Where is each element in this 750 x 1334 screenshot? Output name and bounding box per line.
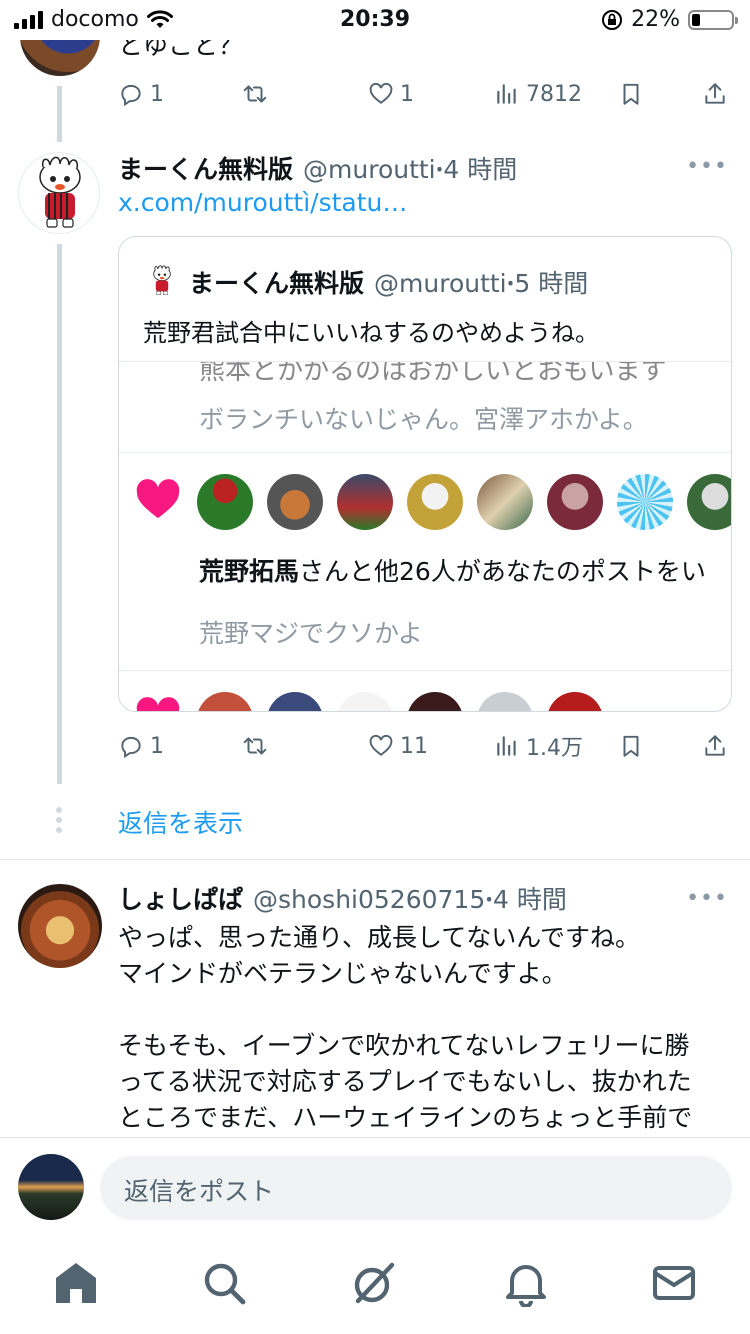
tweet-actions: 1 1 7812 (118, 74, 730, 114)
bookmark-button[interactable] (618, 733, 644, 759)
tweet-header: しょしぱぱ @shoshi05260715ꞏ4 時間 (118, 880, 567, 916)
mascot-icon (153, 265, 171, 295)
avatar-mascot[interactable] (18, 152, 100, 234)
reply-count: 1 (150, 81, 164, 107)
avatar (197, 474, 253, 530)
more-options-icon[interactable]: ••• (686, 886, 728, 911)
quote-text: 荒野君試合中にいいねするのやめようね。 (143, 319, 599, 347)
retweet-button[interactable] (242, 81, 268, 107)
tweet-header: まーくん無料版 @murouttiꞏ4 時間 (118, 150, 517, 186)
thread-line (57, 86, 62, 142)
view-count: 7812 (526, 81, 582, 107)
avatar (547, 692, 603, 711)
tweet-line: マインドがベテランじゃないんですよ。 (118, 959, 567, 988)
like-button[interactable]: 11 (368, 733, 428, 759)
quote-author-name: まーくん無料版 (189, 269, 365, 298)
avatar (197, 692, 253, 711)
tweet-line: そもそも、イーブンで吹かれてないレフェリーに勝 (118, 1031, 690, 1060)
heart-icon (369, 734, 393, 756)
avatar (547, 474, 603, 530)
avatar (407, 692, 463, 711)
tweet-link[interactable]: x.com/murouttì/statu… (118, 188, 407, 217)
avatar (267, 692, 323, 711)
tweet-body: やっぱ、思った通り、成長してないんですね。 マインドがベテランじゃないんですよ。… (118, 920, 732, 1136)
bottom-tab-bar (0, 1237, 750, 1334)
avatar (477, 692, 533, 711)
home-icon[interactable] (52, 1259, 100, 1307)
heart-icon (369, 82, 393, 104)
status-bar: docomo 20:39 22% (0, 0, 750, 40)
avatar (337, 474, 393, 530)
more-options-icon[interactable]: ••• (686, 154, 728, 179)
battery-percent: 22% (631, 7, 680, 32)
thread-line (57, 244, 62, 784)
avatar (267, 474, 323, 530)
messages-icon[interactable] (650, 1259, 698, 1307)
quote-image-screenshot: 熊本とかかるのはおかしいとおもいます ボランチいないじゃん。宮澤アホかよ。 荒野… (119, 361, 731, 711)
share-button[interactable] (702, 733, 728, 759)
search-icon[interactable] (200, 1259, 248, 1307)
reply-button[interactable]: 1 (118, 81, 164, 107)
my-avatar[interactable] (18, 1154, 84, 1220)
quote-author-handle: @murouttiꞏ5 時間 (374, 269, 589, 298)
quoted-tweet[interactable]: まーくん無料版 @murouttiꞏ5 時間 荒野君試合中にいいねするのやめよう… (118, 236, 732, 712)
like-count: 11 (400, 733, 428, 759)
tweet-line: やっぱ、思った通り、成長してないんですね。 (118, 923, 641, 952)
image-cut-text: 熊本とかかるのはおかしいとおもいます (199, 361, 667, 386)
quote-header: まーくん無料版 @murouttiꞏ5 時間 (145, 263, 588, 301)
reply-button[interactable]: 1 (118, 733, 164, 759)
battery-icon (688, 9, 738, 30)
bookmark-button[interactable] (618, 81, 644, 107)
tweet-line: ところでまだ、ハーウェイラインのちょっと手前で (118, 1103, 693, 1132)
retweet-icon (243, 85, 267, 103)
retweet-button[interactable] (242, 733, 268, 759)
author-handle: @murouttiꞏ4 時間 (303, 155, 518, 184)
thread-dots-icon (56, 807, 62, 833)
heart-icon (136, 479, 180, 519)
avatar (477, 474, 533, 530)
notif-text: さんと他26人があなたのポストをい (299, 557, 706, 586)
avatar (337, 692, 393, 711)
retweet-icon (243, 737, 267, 755)
notif-bold-name: 荒野拓馬 (199, 557, 300, 586)
mascot-icon (39, 156, 81, 228)
image-text-line: ボランチいないじゃん。宮澤アホかよ。 (199, 405, 648, 434)
reply-input[interactable]: 返信をポスト (100, 1156, 732, 1220)
share-icon (705, 735, 725, 756)
bookmark-icon (623, 735, 639, 757)
views-button[interactable]: 7812 (494, 81, 582, 107)
tweet-line: ってる状況で対応するプレイでもないし、抜かれた (118, 1067, 692, 1096)
avatar (617, 474, 673, 530)
author-name[interactable]: まーくん無料版 (118, 150, 293, 186)
orientation-lock-icon (602, 9, 623, 30)
bookmark-icon (623, 83, 639, 105)
heart-icon (136, 697, 180, 711)
image-text-line: 荒野マジでクソかよ (199, 619, 423, 648)
reply-bar: 返信をポスト (0, 1137, 750, 1237)
notifications-icon[interactable] (502, 1259, 550, 1307)
like-notification: 荒野拓馬さんと他26人があなたのポストをい (199, 552, 706, 588)
views-icon (497, 736, 516, 756)
avatar-ramen[interactable] (18, 884, 102, 968)
reply-icon (121, 736, 141, 759)
like-count: 1 (400, 81, 414, 107)
author-handle: @shoshi05260715ꞏ4 時間 (253, 885, 567, 914)
view-count: 1.4万 (526, 736, 583, 761)
views-button[interactable]: 1.4万 (494, 730, 583, 762)
status-right: 22% (601, 7, 738, 32)
grok-icon[interactable] (350, 1259, 398, 1307)
share-icon (705, 83, 725, 104)
avatar (687, 474, 731, 530)
avatar (407, 474, 463, 530)
show-replies-link[interactable]: 返信を表示 (118, 804, 243, 840)
tweet-actions: 1 11 1.4万 (118, 726, 730, 766)
views-icon (497, 84, 516, 104)
tweet-line (118, 992, 732, 1028)
like-button[interactable]: 1 (368, 81, 414, 107)
divider (0, 859, 750, 860)
author-name[interactable]: しょしぱぱ (118, 880, 243, 916)
reply-icon (121, 84, 141, 107)
reply-count: 1 (150, 733, 164, 759)
share-button[interactable] (702, 81, 728, 107)
